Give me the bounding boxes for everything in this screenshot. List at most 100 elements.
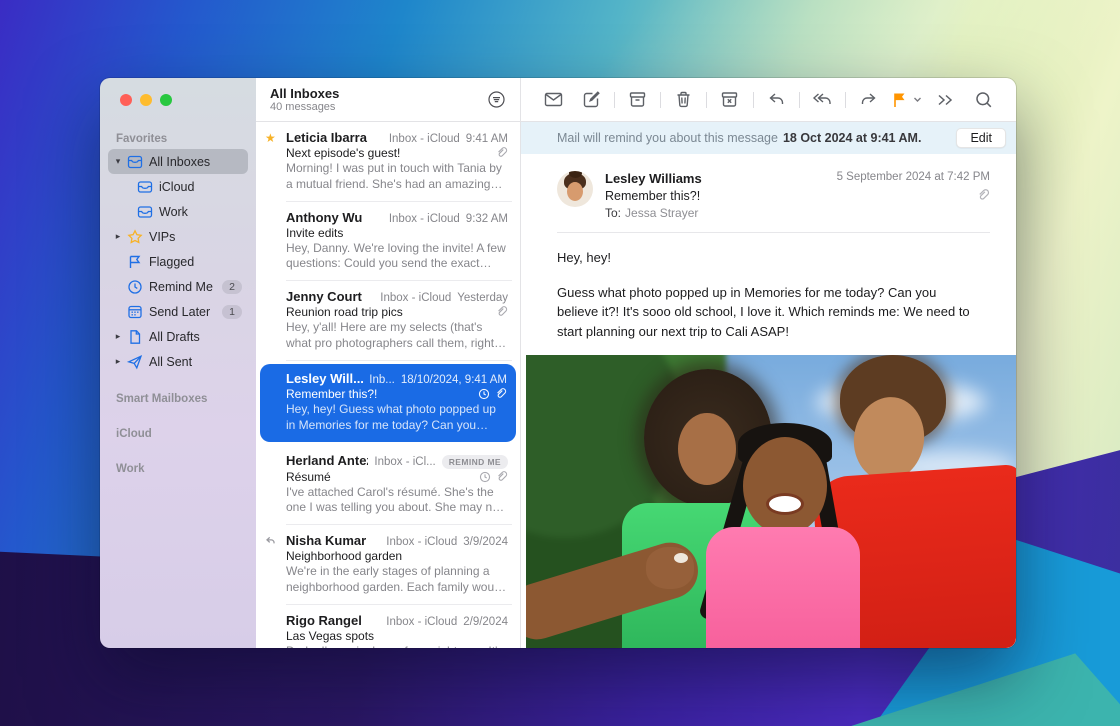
window-controls: [100, 78, 256, 106]
message-preview: Hey, Danny. We're loving the invite! A f…: [286, 241, 508, 273]
recipient-row: To:Jessa Strayer: [605, 206, 702, 220]
sidebar-item-label: VIPs: [149, 230, 175, 244]
zoom-window-button[interactable]: [160, 94, 172, 106]
sidebar-item-vips[interactable]: ▸ VIPs: [108, 224, 248, 249]
chevron-right-icon[interactable]: ▸: [112, 356, 124, 367]
paperclip-icon: [977, 189, 990, 202]
chevron-right-icon[interactable]: ▸: [112, 231, 124, 242]
paperplane-icon: [126, 353, 143, 370]
message-row[interactable]: Herland Antezana Inbox - iCl... REMIND M…: [256, 445, 520, 526]
message-subject: Invite edits: [286, 226, 508, 240]
message-row[interactable]: Rigo Rangel Inbox - iCloud 2/9/2024 Las …: [256, 605, 520, 648]
clock-icon: [479, 471, 491, 483]
message-preview: I've attached Carol's résumé. She's the …: [286, 485, 508, 517]
paperclip-icon: [496, 147, 508, 159]
message-time: 9:41 AM: [466, 133, 508, 145]
message-subject: Neighborhood garden: [286, 549, 508, 563]
inbox-stack-icon: [126, 153, 143, 170]
reply-button[interactable]: [760, 85, 792, 115]
message-mailbox: Inbox - iCl...: [374, 456, 435, 468]
show-more-button[interactable]: [929, 85, 961, 115]
edit-reminder-button[interactable]: Edit: [956, 128, 1006, 148]
message-mailbox: Inbox - iCloud: [389, 213, 460, 225]
body-paragraph: Guess what photo popped up in Memories f…: [557, 283, 974, 342]
reminder-datetime: 18 Oct 2024 at 9:41 AM.: [783, 131, 922, 145]
minimize-window-button[interactable]: [140, 94, 152, 106]
message-row[interactable]: Nisha Kumar Inbox - iCloud 3/9/2024 Neig…: [256, 525, 520, 605]
friend-center-smile: [766, 493, 804, 515]
section-icloud[interactable]: iCloud: [108, 423, 248, 444]
compose-icon: [581, 89, 602, 110]
flag-button[interactable]: [891, 85, 923, 115]
friend-center-hand: [646, 547, 694, 589]
desktop-wallpaper: Favorites ▾ All Inboxes iCloud: [0, 0, 1120, 726]
sidebar-item-send-later[interactable]: Send Later 1: [108, 299, 248, 324]
message-row-selected[interactable]: Lesley Will... Inb... 18/10/2024, 9:41 A…: [260, 364, 516, 442]
sidebar-item-remind-me[interactable]: Remind Me 2: [108, 274, 248, 299]
message-time: 3/9/2024: [463, 536, 508, 548]
filter-button[interactable]: [487, 90, 506, 109]
sidebar-nav: Favorites ▾ All Inboxes iCloud: [100, 106, 256, 479]
toolbar-separator: [614, 92, 615, 108]
message-row[interactable]: Anthony Wu Inbox - iCloud 9:32 AM Invite…: [256, 202, 520, 282]
archive-button[interactable]: [622, 85, 654, 115]
chevron-right-icon[interactable]: ▸: [112, 331, 124, 342]
section-favorites: Favorites: [108, 128, 248, 149]
message-preview: Dude, I'm so jealous of you right now. I…: [286, 644, 508, 648]
reply-all-button[interactable]: [806, 85, 838, 115]
sidebar: Favorites ▾ All Inboxes iCloud: [100, 78, 256, 648]
delete-button[interactable]: [668, 85, 700, 115]
message-time: 2/9/2024: [463, 616, 508, 628]
inbox-icon: [136, 178, 153, 195]
get-mail-button[interactable]: [537, 85, 569, 115]
message-subject: Remember this?!: [286, 387, 478, 401]
chevron-down-icon[interactable]: ▾: [112, 156, 124, 167]
section-work[interactable]: Work: [108, 458, 248, 479]
star-icon: [126, 228, 143, 245]
avatar-face: [567, 182, 583, 201]
clock-icon: [126, 278, 143, 295]
compose-button[interactable]: [576, 85, 608, 115]
to-label: To:: [605, 206, 621, 220]
junk-icon: [719, 89, 740, 110]
message-header: Lesley Williams Remember this?! To:Jessa…: [521, 154, 1016, 232]
message-subject: Reunion road trip pics: [286, 305, 496, 319]
reminder-text: Mail will remind you about this message: [557, 131, 778, 145]
remind-me-badge: REMIND ME: [442, 455, 508, 469]
calendar-icon: [126, 303, 143, 320]
chevron-down-icon: [913, 95, 922, 104]
double-chevron-icon: [935, 92, 955, 108]
close-window-button[interactable]: [120, 94, 132, 106]
message-preview: Morning! I was put in touch with Tania b…: [286, 161, 508, 193]
toolbar-separator: [799, 92, 800, 108]
document-icon: [126, 328, 143, 345]
message-mailbox: Inbox - iCloud: [380, 292, 451, 304]
sidebar-item-work-inbox[interactable]: Work: [108, 199, 248, 224]
message-preview: Hey, y'all! Here are my selects (that's …: [286, 320, 508, 352]
message-list[interactable]: ★ Leticia Ibarra Inbox - iCloud 9:41 AM …: [256, 122, 521, 648]
reminder-banner: Mail will remind you about this message …: [521, 122, 1016, 154]
archive-icon: [627, 89, 648, 110]
sidebar-item-all-inboxes[interactable]: ▾ All Inboxes: [108, 149, 248, 174]
junk-button[interactable]: [714, 85, 746, 115]
reply-icon: [766, 89, 787, 110]
sidebar-item-all-sent[interactable]: ▸ All Sent: [108, 349, 248, 374]
message-count: 40 messages: [270, 101, 339, 113]
message-row[interactable]: Jenny Court Inbox - iCloud Yesterday Reu…: [256, 281, 520, 361]
message-row[interactable]: ★ Leticia Ibarra Inbox - iCloud 9:41 AM …: [256, 122, 520, 202]
photo-attachment[interactable]: [526, 355, 1016, 648]
message-mailbox: Inbox - iCloud: [386, 536, 457, 548]
message-sender: Anthony Wu: [286, 210, 383, 225]
sidebar-item-icloud-inbox[interactable]: iCloud: [108, 174, 248, 199]
sidebar-item-all-drafts[interactable]: ▸ All Drafts: [108, 324, 248, 349]
search-button[interactable]: [968, 85, 1000, 115]
section-smart-mailboxes[interactable]: Smart Mailboxes: [108, 388, 248, 409]
paperclip-icon: [496, 471, 508, 483]
friend-center-pink-shirt: [706, 527, 860, 648]
forward-button[interactable]: [852, 85, 884, 115]
sidebar-item-flagged[interactable]: Flagged: [108, 249, 248, 274]
avatar[interactable]: [557, 171, 593, 207]
message-mailbox: Inbox - iCloud: [389, 133, 460, 145]
flag-icon: [126, 253, 143, 270]
message-time: 18/10/2024, 9:41 AM: [401, 374, 507, 386]
